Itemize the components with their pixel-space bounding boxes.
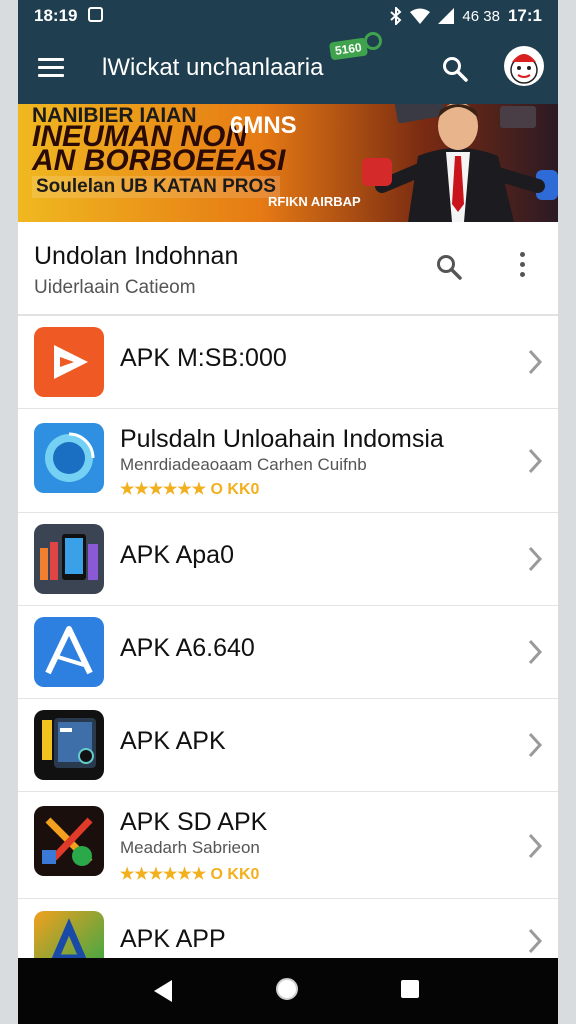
app-name: APK M:SB:000	[120, 344, 287, 372]
banner-line-3: AN BORBOEEASI	[32, 144, 286, 177]
app-subtitle: Meadarh Sabrieon	[120, 838, 260, 857]
app-name: APK A6.640	[120, 634, 255, 662]
avatar[interactable]	[504, 46, 544, 86]
status-clock: 17:1	[507, 6, 542, 25]
menu-icon[interactable]	[38, 58, 64, 78]
app-badge: 5160	[328, 37, 368, 61]
app-name: APK APK	[120, 727, 226, 755]
chevron-right-icon	[528, 732, 543, 758]
chevron-right-icon	[528, 448, 543, 474]
notification-icon	[88, 7, 103, 22]
status-icons: 46 38 17:1	[390, 6, 542, 26]
wifi-icon	[410, 8, 431, 24]
list-item[interactable]: APK Apa0	[18, 513, 558, 606]
chevron-right-icon	[528, 546, 543, 572]
app-title: lWickat unchanlaaria	[102, 54, 324, 81]
mascot-avatar-icon	[510, 54, 538, 84]
system-nav-bar	[18, 958, 558, 1024]
banner-man-illustration	[362, 104, 558, 222]
tools-app-icon	[34, 806, 104, 876]
app-subtitle: Menrdiadeaoaam Carhen Cuifnb	[120, 455, 367, 474]
chevron-right-icon	[528, 349, 543, 375]
back-icon[interactable]	[152, 978, 174, 1004]
app-name: Pulsdaln Unloahain Indomsia	[120, 425, 444, 453]
section-subtitle: Uiderlaain Catieom	[34, 277, 196, 298]
list-item[interactable]: APK M:SB:000	[18, 316, 558, 409]
circle-app-icon	[34, 423, 104, 493]
section-title: Undolan Indohnan	[34, 242, 239, 270]
chevron-right-icon	[528, 833, 543, 859]
status-network-text: 46 38	[462, 7, 500, 25]
banner-line-2b: 6MNS	[230, 112, 297, 139]
play-app-icon	[34, 327, 104, 397]
section-header: Undolan Indohnan Uiderlaain Catieom	[18, 222, 558, 316]
list-item[interactable]: APK A6.640	[18, 606, 558, 699]
a-letter-app-icon	[34, 617, 104, 687]
app-bar: lWickat unchanlaaria 5160	[18, 32, 558, 104]
devices-app-icon	[34, 524, 104, 594]
app-name: APK Apa0	[120, 541, 234, 569]
tablet-app-icon	[34, 710, 104, 780]
home-icon[interactable]	[276, 978, 298, 1000]
list-item[interactable]: Pulsdaln Unloahain Indomsia Menrdiadeaoa…	[18, 409, 558, 513]
app-list: APK M:SB:000 Pulsdaln Unloahain Indomsia…	[18, 316, 558, 981]
promo-banner[interactable]: NANIBIER IAIAN INEUMAN NON 6MNS AN BORBO…	[18, 104, 558, 222]
recent-apps-icon[interactable]	[401, 980, 419, 998]
bluetooth-icon	[390, 7, 402, 25]
app-name: APK SD APK	[120, 808, 268, 836]
list-item[interactable]: APK APK	[18, 699, 558, 792]
chevron-right-icon	[528, 639, 543, 665]
search-icon[interactable]	[436, 254, 462, 280]
badge-pin-icon	[364, 32, 382, 50]
banner-line-5: RFIKN AIRBAP	[268, 194, 361, 209]
chevron-right-icon	[528, 928, 543, 954]
list-item[interactable]: APK SD APK Meadarh Sabrieon ★★★★★★ O KK0	[18, 792, 558, 899]
status-bar: 18:19 46 38 17:1	[18, 0, 558, 32]
app-rating: ★★★★★★ O KK0	[120, 866, 260, 883]
app-name: APK APP	[120, 925, 226, 953]
banner-line-4: Soulelan UB KATAN PROS	[32, 176, 280, 198]
search-icon[interactable]	[442, 56, 468, 82]
status-time: 18:19	[34, 6, 78, 25]
phone-screen: 18:19 46 38 17:1 lWickat unchanlaaria 51…	[18, 0, 558, 1024]
signal-icon	[438, 8, 455, 24]
more-vert-icon[interactable]	[518, 252, 526, 280]
app-rating: ★★★★★★ O KK0	[120, 481, 260, 498]
